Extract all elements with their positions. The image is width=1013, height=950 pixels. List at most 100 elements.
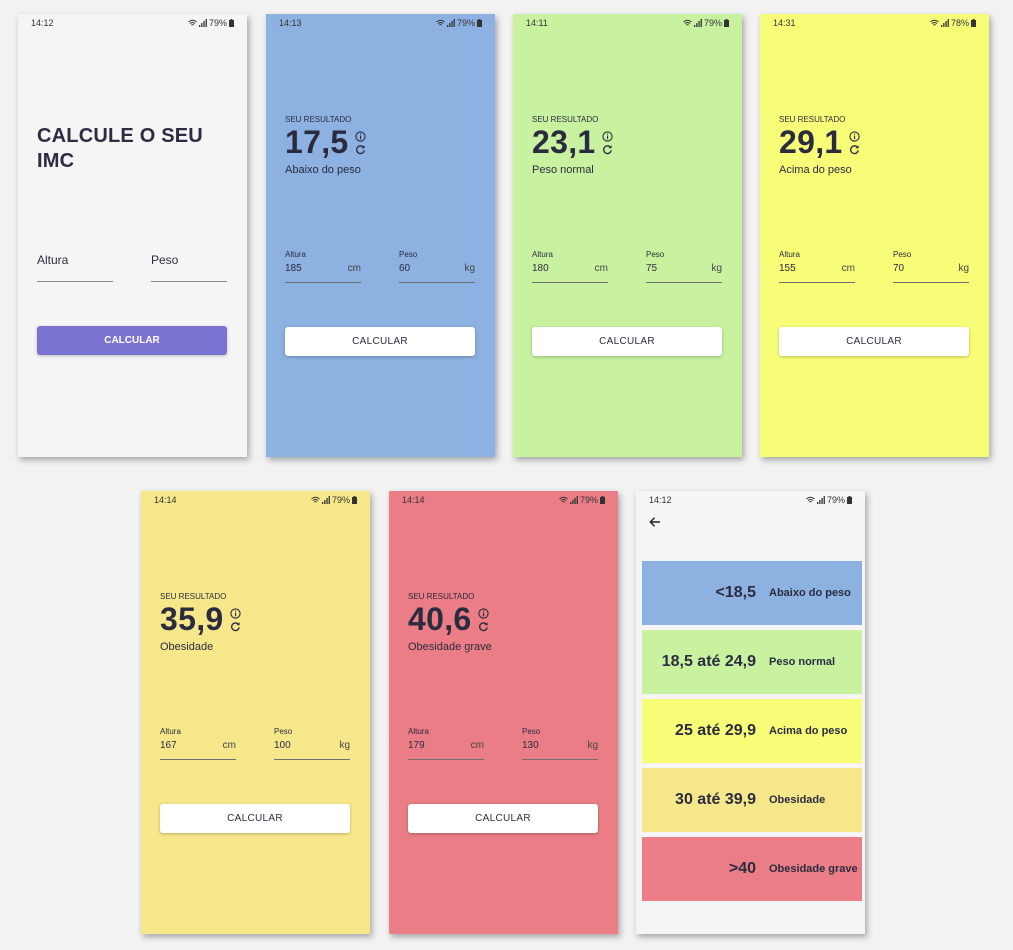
signal-icon [446,19,455,27]
weight-field[interactable]: Peso 100 kg [274,727,350,760]
result-label: SEU RESULTADO [532,115,599,124]
status-icons: 79% [559,495,605,505]
home-screen: 14:12 79% CALCULE O SEU IMC Altura Peso … [18,14,247,457]
bmi-range-row: <18,5 Abaixo do peso [642,561,862,625]
bmi-range-category: Obesidade grave [769,863,858,875]
battery-percent: 79% [703,18,722,28]
bmi-range-category: Acima do peso [769,725,848,737]
result-category: Acima do peso [779,164,852,176]
result-category: Obesidade [160,641,214,653]
height-field[interactable]: Altura 155 cm [779,250,855,283]
weight-field[interactable]: Peso [151,253,227,282]
height-unit: cm [222,740,236,751]
result-screen: 14:14 79% SEU RESULTADO 40,6 Obesidade g… [389,491,618,934]
status-bar: 14:14 79% [141,493,370,507]
bmi-range-value: 25 até 29,9 [675,722,756,739]
calculate-button[interactable]: CALCULAR [37,326,227,355]
status-time: 14:31 [773,18,796,28]
info-icon[interactable] [849,131,860,142]
wifi-icon [559,496,568,503]
calculate-button[interactable]: CALCULAR [779,327,969,356]
status-icons: 79% [683,18,729,28]
status-bar: 14:31 78% [760,16,989,30]
calculate-button[interactable]: CALCULAR [160,804,350,833]
battery-icon [352,496,357,504]
bmi-range-category: Abaixo do peso [769,587,851,599]
bmi-range-row: 30 até 39,9 Obesidade [642,768,862,832]
height-field[interactable]: Altura 179 cm [408,727,484,760]
weight-value: 75 [646,263,658,274]
height-field[interactable]: Altura 180 cm [532,250,608,283]
height-field-label: Altura [532,250,553,259]
height-field[interactable]: Altura 185 cm [285,250,361,283]
weight-field-label: Peso [274,727,293,736]
refresh-icon[interactable] [849,144,860,155]
bmi-range-row: 18,5 até 24,9 Peso normal [642,630,862,694]
result-category: Abaixo do peso [285,164,361,176]
height-field[interactable]: Altura 167 cm [160,727,236,760]
result-actions [355,131,367,157]
weight-field-label: Peso [646,250,665,259]
battery-icon [847,496,852,504]
weight-field[interactable]: Peso 75 kg [646,250,722,283]
height-field[interactable]: Altura [37,253,113,282]
status-time: 14:14 [154,495,177,505]
bmi-range-value: 30 até 39,9 [675,791,756,808]
result-value: 23,1 [532,124,596,160]
battery-percent: 79% [208,18,227,28]
bmi-range-category: Peso normal [769,656,836,668]
result-label: SEU RESULTADO [779,115,846,124]
height-value: 155 [779,263,796,274]
arrow-left-icon[interactable] [648,515,662,529]
height-field-label: Altura [408,727,429,736]
result-category: Obesidade grave [408,641,492,653]
info-icon[interactable] [478,608,489,619]
status-bar: 14:13 79% [266,16,495,30]
result-category: Peso normal [532,164,594,176]
status-bar: 14:14 79% [389,493,618,507]
height-field-label: Altura [779,250,800,259]
wifi-icon [930,19,939,26]
calculate-button[interactable]: CALCULAR [532,327,722,356]
height-value: 179 [408,740,425,751]
result-label: SEU RESULTADO [408,592,475,601]
weight-unit: kg [464,263,475,274]
weight-field[interactable]: Peso 60 kg [399,250,475,283]
wifi-icon [311,496,320,503]
info-icon[interactable] [230,608,241,619]
status-time: 14:13 [279,18,302,28]
weight-unit: kg [711,263,722,274]
refresh-icon[interactable] [478,621,489,632]
battery-icon [971,19,976,27]
weight-field[interactable]: Peso 130 kg [522,727,598,760]
weight-field-label: Peso [399,250,418,259]
result-actions [849,131,861,157]
calculate-button[interactable]: CALCULAR [408,804,598,833]
height-value: 180 [532,263,549,274]
result-label: SEU RESULTADO [160,592,227,601]
info-icon[interactable] [602,131,613,142]
battery-percent: 79% [826,495,845,505]
battery-percent: 78% [950,18,969,28]
result-screen: 14:31 78% SEU RESULTADO 29,1 Acima do pe… [760,14,989,457]
height-value: 185 [285,263,302,274]
wifi-icon [188,19,197,26]
refresh-icon[interactable] [230,621,241,632]
signal-icon [569,496,578,504]
status-bar: 14:11 79% [513,16,742,30]
bmi-range-value: <18,5 [715,584,756,601]
signal-icon [940,19,949,27]
weight-unit: kg [587,740,598,751]
status-time: 14:11 [526,18,548,28]
result-actions [478,608,490,634]
info-icon[interactable] [355,131,366,142]
refresh-icon[interactable] [602,144,613,155]
result-value: 40,6 [408,601,472,637]
refresh-icon[interactable] [355,144,366,155]
result-screen: 14:11 79% SEU RESULTADO 23,1 Peso normal… [513,14,742,457]
weight-unit: kg [339,740,350,751]
calculate-button[interactable]: CALCULAR [285,327,475,356]
status-icons: 79% [188,18,234,28]
weight-field[interactable]: Peso 70 kg [893,250,969,283]
weight-field-label: Peso [893,250,912,259]
